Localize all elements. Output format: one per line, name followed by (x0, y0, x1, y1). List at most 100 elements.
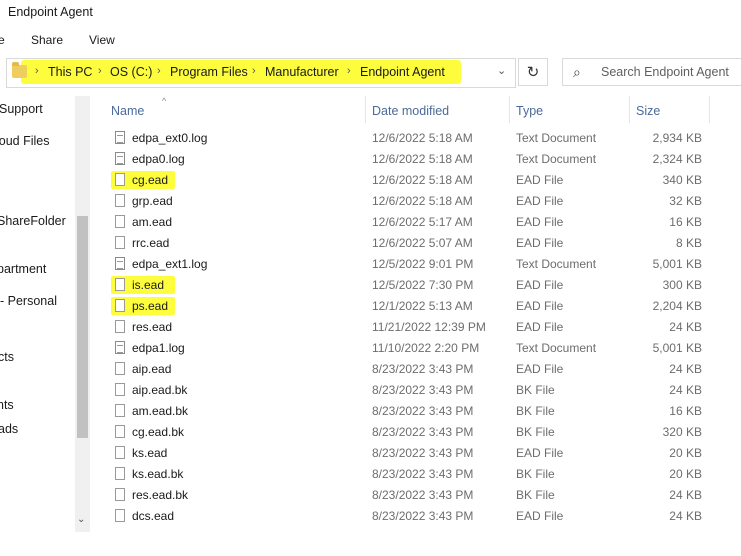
file-size: 8 KB (675, 236, 702, 250)
search-placeholder: Search Endpoint Agent (601, 65, 729, 79)
file-size: 2,204 KB (652, 299, 702, 313)
chevron-right-icon[interactable]: › (98, 65, 102, 77)
file-row[interactable]: edpa_ext1.log 12/5/2022 9:01 PM Text Docum… (0, 254, 741, 275)
file-date-modified: 8/23/2022 3:43 PM (372, 509, 474, 523)
file-name: ks.ead (132, 446, 168, 460)
file-date-modified: 8/23/2022 3:43 PM (372, 383, 474, 397)
file-type: EAD File (516, 509, 564, 523)
file-row[interactable]: ps.ead 12/1/2022 5:13 AM EAD File 2,204 KB (0, 296, 741, 317)
file-type: EAD File (516, 320, 564, 334)
search-icon: ⌕ (573, 64, 581, 80)
file-date-modified: 8/23/2022 3:43 PM (372, 467, 474, 481)
breadcrumb-os-drive[interactable]: OS (C:) (110, 65, 152, 79)
file-type: Text Document (516, 152, 597, 166)
ribbon-tabs: e Share View (0, 28, 741, 52)
file-date-modified: 8/23/2022 3:43 PM (372, 446, 474, 460)
file-date-modified: 8/23/2022 3:43 PM (372, 425, 474, 439)
file-row[interactable]: aip.ead 8/23/2022 3:43 PM EAD File 24 KB (0, 359, 741, 380)
nav-item[interactable]: Support (0, 102, 43, 116)
file-type: Text Document (516, 131, 597, 145)
file-row[interactable]: am.ead 12/6/2022 5:17 AM EAD File 16 KB (0, 212, 741, 233)
file-date-modified: 12/6/2022 5:17 AM (372, 215, 473, 229)
refresh-button[interactable]: ↻ (518, 58, 548, 86)
file-type: BK File (516, 467, 555, 481)
chevron-right-icon[interactable]: › (347, 65, 351, 77)
file-row[interactable]: dcs.ead 8/23/2022 3:43 PM EAD File 24 KB (0, 506, 741, 527)
file-icon (115, 509, 125, 522)
file-row[interactable]: ks.ead 8/23/2022 3:43 PM EAD File 20 KB (0, 443, 741, 464)
file-icon (115, 173, 125, 186)
file-date-modified: 8/23/2022 3:43 PM (372, 404, 474, 418)
window-title: Endpoint Agent (8, 5, 93, 19)
column-divider[interactable] (509, 96, 510, 123)
address-bar[interactable]: › This PC › OS (C:) › Program Files › Ma… (6, 58, 516, 88)
file-date-modified: 12/6/2022 5:07 AM (372, 236, 473, 250)
file-name: dcs.ead (132, 509, 175, 523)
file-name: edpa_ext1.log (132, 257, 208, 271)
search-input[interactable]: ⌕ Search Endpoint Agent (562, 58, 741, 86)
ribbon-tab-view[interactable]: View (89, 33, 115, 47)
chevron-down-icon[interactable]: ⌄ (497, 64, 506, 77)
ribbon-tab-file[interactable]: e (0, 33, 5, 47)
file-size: 24 KB (669, 383, 702, 397)
file-date-modified: 12/6/2022 5:18 AM (372, 194, 473, 208)
file-row[interactable]: cg.ead 12/6/2022 5:18 AM EAD File 340 KB (0, 170, 741, 191)
file-name: edpa1.log (132, 341, 185, 355)
text-document-icon (115, 131, 125, 144)
file-name: res.ead (132, 320, 173, 334)
breadcrumb-manufacturer[interactable]: Manufacturer (265, 65, 339, 79)
file-row[interactable]: res.ead 11/21/2022 12:39 PM EAD File 24 KB (0, 317, 741, 338)
file-row[interactable]: edpa0.log 12/6/2022 5:18 AM Text Document 2… (0, 149, 741, 170)
file-row[interactable]: am.ead.bk 8/23/2022 3:43 PM BK File 16 KB (0, 401, 741, 422)
file-row[interactable]: cg.ead.bk 8/23/2022 3:43 PM BK File 320 KB (0, 422, 741, 443)
breadcrumb-program-files[interactable]: Program Files (170, 65, 248, 79)
column-divider[interactable] (365, 96, 366, 123)
file-type: BK File (516, 425, 555, 439)
ribbon-tab-share[interactable]: Share (31, 33, 63, 47)
file-row[interactable]: is.ead 12/5/2022 7:30 PM EAD File 300 KB (0, 275, 741, 296)
file-type: BK File (516, 488, 555, 502)
file-date-modified: 12/1/2022 5:13 AM (372, 299, 473, 313)
file-name: ps.ead (132, 299, 169, 313)
file-icon (115, 446, 125, 459)
breadcrumb-this-pc[interactable]: This PC (48, 65, 92, 79)
file-type: Text Document (516, 341, 597, 355)
file-date-modified: 8/23/2022 3:43 PM (372, 362, 474, 376)
file-icon (115, 383, 125, 396)
file-row[interactable]: ks.ead.bk 8/23/2022 3:43 PM BK File 20 KB (0, 464, 741, 485)
file-row[interactable]: grp.ead 12/6/2022 5:18 AM EAD File 32 KB (0, 191, 741, 212)
column-divider[interactable] (709, 96, 710, 123)
column-divider[interactable] (629, 96, 630, 123)
file-type: BK File (516, 383, 555, 397)
file-date-modified: 12/6/2022 5:18 AM (372, 152, 473, 166)
file-name: res.ead.bk (132, 488, 189, 502)
file-row[interactable]: edpa1.log 11/10/2022 2:20 PM Text Document… (0, 338, 741, 359)
file-icon (115, 215, 125, 228)
file-size: 16 KB (669, 215, 702, 229)
file-type: Text Document (516, 257, 597, 271)
file-type: BK File (516, 404, 555, 418)
file-row[interactable]: aip.ead.bk 8/23/2022 3:43 PM BK File 24 KB (0, 380, 741, 401)
refresh-icon: ↻ (526, 64, 540, 81)
file-icon (115, 488, 125, 501)
file-row[interactable]: edpa_ext0.log 12/6/2022 5:18 AM Text Docum… (0, 128, 741, 149)
file-size: 300 KB (662, 278, 702, 292)
file-size: 320 KB (662, 425, 702, 439)
chevron-right-icon[interactable]: › (157, 65, 161, 77)
file-date-modified: 11/21/2022 12:39 PM (372, 320, 486, 334)
file-date-modified: 12/5/2022 9:01 PM (372, 257, 474, 271)
file-row[interactable]: res.ead.bk 8/23/2022 3:43 PM BK File 24 KB (0, 485, 741, 506)
file-row[interactable]: rrc.ead 12/6/2022 5:07 AM EAD File 8 KB (0, 233, 741, 254)
file-name: aip.ead (132, 362, 172, 376)
file-type: EAD File (516, 194, 564, 208)
file-name: is.ead (132, 278, 165, 292)
file-size: 2,324 KB (652, 152, 702, 166)
breadcrumb-endpoint-agent[interactable]: Endpoint Agent (360, 65, 445, 79)
chevron-right-icon[interactable]: › (35, 65, 39, 77)
file-name: aip.ead.bk (132, 383, 188, 397)
file-icon (115, 425, 125, 438)
chevron-right-icon[interactable]: › (252, 65, 256, 77)
file-icon (115, 236, 125, 249)
file-icon (115, 404, 125, 417)
file-icon (115, 194, 125, 207)
